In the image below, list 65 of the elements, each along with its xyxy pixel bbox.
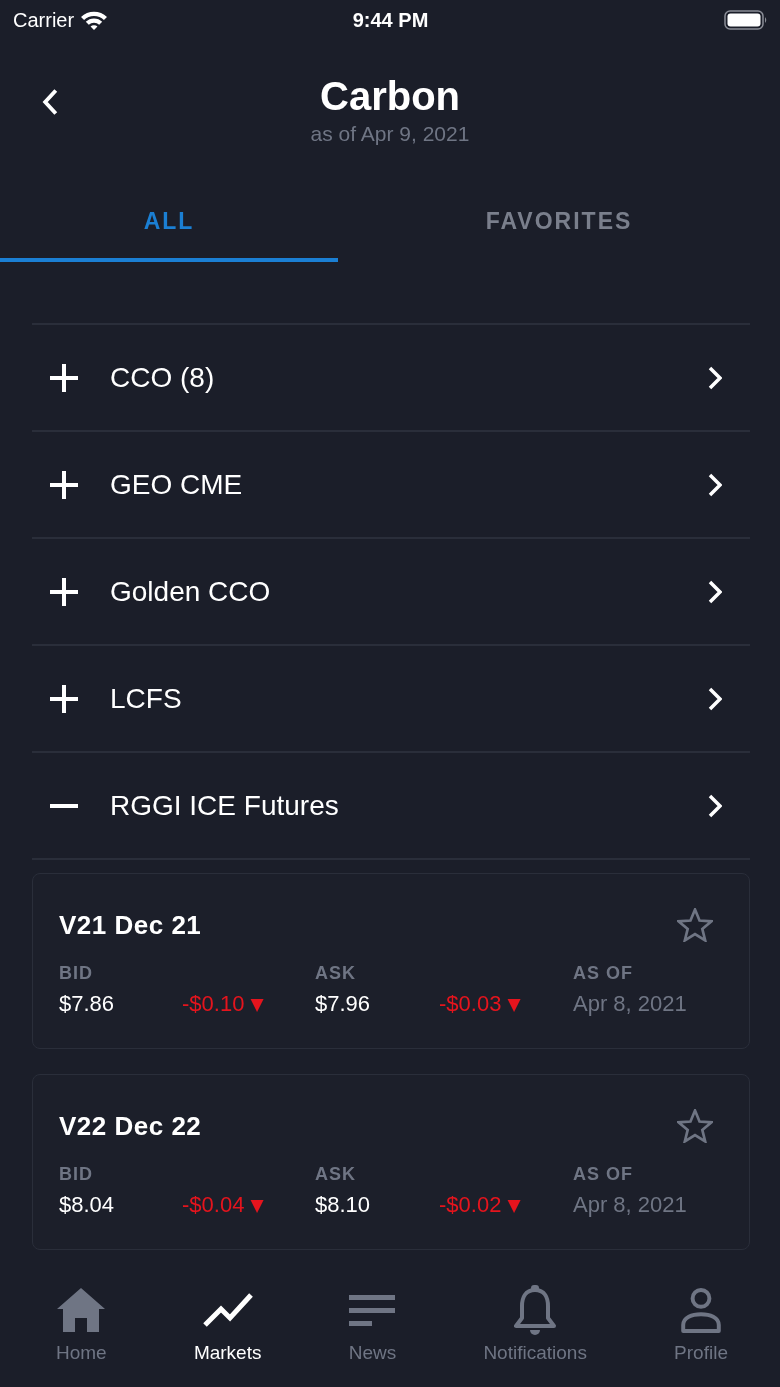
tab-bar-item[interactable]: Profile xyxy=(674,1284,728,1365)
as-of-date: Apr 8, 2021 xyxy=(573,990,688,1018)
chevron-right-icon[interactable] xyxy=(708,579,722,604)
market-group-row[interactable]: Golden CCO xyxy=(32,537,750,644)
market-group-row[interactable]: CCO (8) xyxy=(32,323,750,430)
plus-icon[interactable] xyxy=(50,684,78,713)
as-of-subtitle: as of Apr 9, 2021 xyxy=(310,121,470,147)
trend-arrow: ▼ xyxy=(507,1195,521,1215)
clock-time: 9:44 PM xyxy=(352,8,429,32)
plus-icon[interactable] xyxy=(50,363,78,392)
trend-arrow: ▼ xyxy=(507,994,521,1014)
group-label: Golden CCO xyxy=(110,575,272,608)
bid-label: BID xyxy=(59,962,94,984)
text-lines-icon xyxy=(349,1294,396,1326)
contract-card[interactable]: V22 Dec 22 BID $8.04 -$0.04 ▼ ASK $8.10 -$0.02 ▼ AS OF Apr 8, 2021 xyxy=(32,1074,750,1250)
bid-change: -$0.10 xyxy=(182,990,245,1018)
plus-icon[interactable] xyxy=(50,470,78,499)
bid-value: $8.04 xyxy=(59,1191,116,1219)
tab-bar-item[interactable]: Markets xyxy=(193,1284,262,1365)
tab-bar-item[interactable]: Home xyxy=(56,1284,107,1365)
as-of-label: AS OF xyxy=(573,1163,634,1185)
chevron-right-icon[interactable] xyxy=(708,793,722,818)
market-group-row[interactable]: RGGI ICE Futures xyxy=(32,751,750,858)
battery-icon xyxy=(724,10,768,30)
bid-change: -$0.04 xyxy=(182,1191,245,1219)
contract-card[interactable]: V21 Dec 21 BID $7.86 -$0.10 ▼ ASK $7.96 -$0.03 ▼ AS OF Apr 8, 2021 xyxy=(32,873,750,1049)
trend-arrow: ▼ xyxy=(250,994,264,1014)
back-chevron-icon xyxy=(42,89,58,115)
bell-icon xyxy=(514,1285,557,1335)
minus-icon[interactable] xyxy=(50,803,78,808)
group-label: LCFS xyxy=(110,682,183,715)
chevron-right-icon[interactable] xyxy=(708,365,722,390)
chevron-right-icon[interactable] xyxy=(708,472,722,497)
bid-value: $7.86 xyxy=(59,990,116,1018)
tab-bar-item[interactable]: Notifications xyxy=(483,1284,587,1365)
star-icon[interactable] xyxy=(677,1109,713,1143)
bid-label: BID xyxy=(59,1163,94,1185)
house-icon xyxy=(57,1288,106,1332)
ask-change: -$0.03 xyxy=(439,990,502,1018)
ask-value: $7.96 xyxy=(315,990,372,1018)
tab[interactable]: FAVORITES xyxy=(338,180,780,262)
contract-name: V21 Dec 21 xyxy=(59,910,202,940)
ask-change: -$0.02 xyxy=(439,1191,502,1219)
tab-bar-item[interactable]: News xyxy=(348,1284,397,1365)
group-label: RGGI ICE Futures xyxy=(110,789,340,822)
market-group-row[interactable]: GEO CME xyxy=(32,430,750,537)
group-label: CCO (8) xyxy=(110,361,216,394)
group-label: GEO CME xyxy=(110,468,244,501)
tab[interactable]: ALL xyxy=(0,180,338,262)
contract-name: V22 Dec 22 xyxy=(59,1111,202,1141)
ask-value: $8.10 xyxy=(315,1191,372,1219)
trend-arrow: ▼ xyxy=(250,1195,264,1215)
carrier-name: Carrier xyxy=(13,8,75,32)
person-icon xyxy=(681,1287,721,1333)
as-of-label: AS OF xyxy=(573,962,634,984)
chevron-right-icon[interactable] xyxy=(708,686,722,711)
as-of-date: Apr 8, 2021 xyxy=(573,1191,688,1219)
trend-line-icon xyxy=(202,1293,253,1327)
market-group-row[interactable]: LCFS xyxy=(32,644,750,751)
star-icon[interactable] xyxy=(677,908,713,942)
ask-label: ASK xyxy=(315,1163,357,1185)
wifi-icon xyxy=(81,10,108,30)
ask-label: ASK xyxy=(315,962,357,984)
page-title: Carbon xyxy=(320,73,460,119)
plus-icon[interactable] xyxy=(50,577,78,606)
